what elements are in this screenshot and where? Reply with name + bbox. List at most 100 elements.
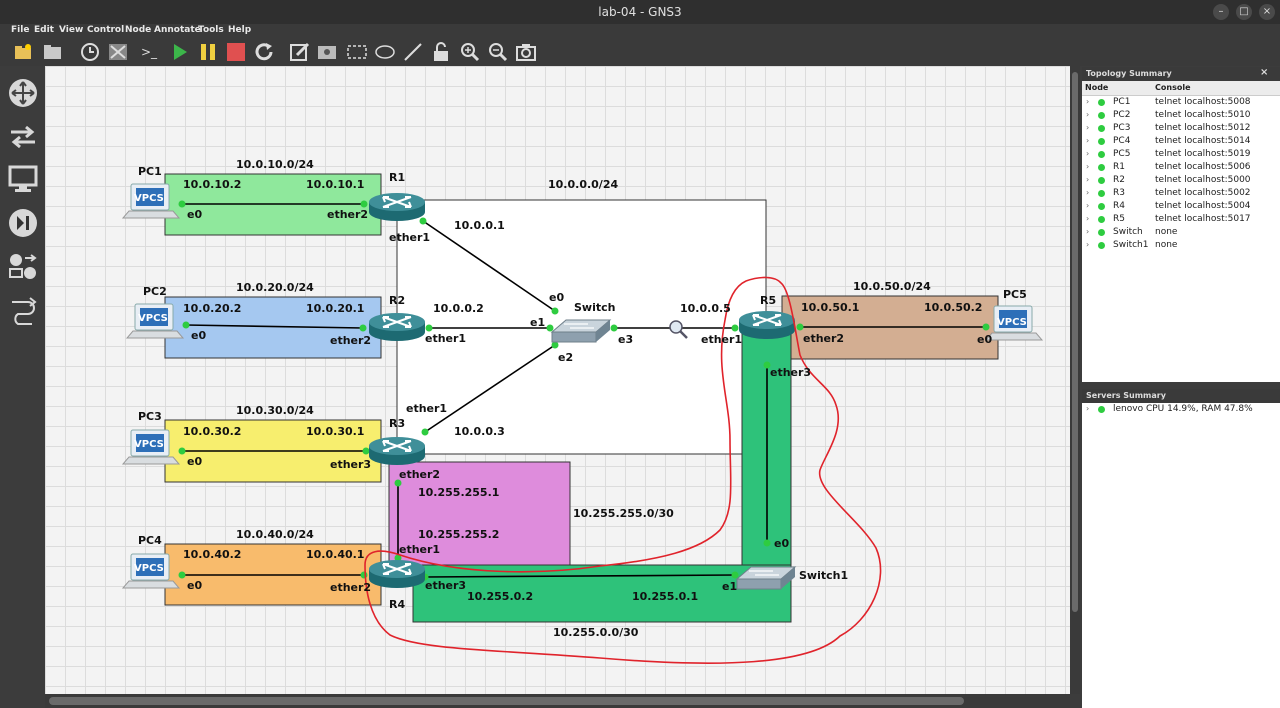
node-console: none xyxy=(1155,240,1178,250)
router-r3-icon[interactable] xyxy=(368,436,426,466)
topology-summary-header: Node Console xyxy=(1082,81,1280,96)
node-name: PC1 xyxy=(1113,97,1131,107)
topology-summary-row[interactable]: › PC2 telnet localhost:5010 xyxy=(1082,110,1280,123)
maximize-icon[interactable]: □ xyxy=(1236,4,1252,20)
node-status-icon xyxy=(1098,203,1105,210)
menu-node[interactable]: Node xyxy=(125,25,151,35)
router-r5-icon[interactable] xyxy=(738,310,796,340)
expand-arrow-icon[interactable]: › xyxy=(1086,240,1089,249)
menu-view[interactable]: View xyxy=(59,25,83,35)
topology-summary-row[interactable]: › PC3 telnet localhost:5012 xyxy=(1082,123,1280,136)
iface-r3-ether3: ether3 xyxy=(330,458,371,471)
menu-help[interactable]: Help xyxy=(228,25,251,35)
console-icon[interactable]: >_ xyxy=(139,42,161,62)
expand-arrow-icon[interactable]: › xyxy=(1086,201,1089,210)
menu-edit[interactable]: Edit xyxy=(34,25,54,35)
topology-canvas[interactable]: VPCS VPCS VPCS VPCS VPCS 10.0.10.0/24 10… xyxy=(45,66,1070,694)
topology-summary-row[interactable]: › Switch none xyxy=(1082,227,1280,240)
canvas-vertical-scrollbar[interactable] xyxy=(1070,66,1080,694)
subnet-pc5-label: 10.0.50.0/24 xyxy=(853,280,931,293)
node-status-icon xyxy=(1098,177,1105,184)
window-titlebar: lab-04 - GNS3 – □ × xyxy=(0,0,1280,24)
topology-summary-row[interactable]: › PC1 telnet localhost:5008 xyxy=(1082,97,1280,110)
iface-r4-ether3: ether3 xyxy=(425,579,466,592)
insert-picture-icon[interactable] xyxy=(316,42,338,62)
canvas-horizontal-scrollbar[interactable] xyxy=(45,694,1070,708)
stop-icon[interactable] xyxy=(225,42,247,62)
router-r1-icon[interactable] xyxy=(368,192,426,222)
new-project-icon[interactable] xyxy=(12,42,34,62)
dock-close-icon[interactable]: × xyxy=(1260,67,1268,78)
node-r4-label: R4 xyxy=(389,598,405,611)
expand-arrow-icon[interactable]: › xyxy=(1086,110,1089,119)
menu-control[interactable]: Control xyxy=(87,25,124,35)
servers-summary-panel: › lenovo CPU 14.9%, RAM 47.8% xyxy=(1082,403,1280,708)
all-devices-icon[interactable] xyxy=(8,252,38,282)
routers-icon[interactable] xyxy=(8,78,38,108)
topology-summary-row[interactable]: › PC4 telnet localhost:5014 xyxy=(1082,136,1280,149)
add-note-icon[interactable] xyxy=(289,42,311,62)
subnet-pc3-label: 10.0.30.0/24 xyxy=(236,404,314,417)
open-project-icon[interactable] xyxy=(42,42,64,62)
pc3-vpcs-label: VPCS xyxy=(134,439,164,450)
node-name: R4 xyxy=(1113,201,1125,211)
servers-summary-title: Servers Summary xyxy=(1086,391,1166,400)
iface-r2-ether2: ether2 xyxy=(330,334,371,347)
topology-summary-row[interactable]: › R2 telnet localhost:5000 xyxy=(1082,175,1280,188)
lock-icon[interactable] xyxy=(430,42,452,62)
security-devices-icon[interactable] xyxy=(8,208,38,238)
node-r1-label: R1 xyxy=(389,171,405,184)
draw-ellipse-icon[interactable] xyxy=(374,42,396,62)
topology-summary-row[interactable]: › Switch1 none xyxy=(1082,240,1280,253)
snapshot-icon[interactable] xyxy=(79,42,101,62)
topology-summary-row[interactable]: › R3 telnet localhost:5002 xyxy=(1082,188,1280,201)
horizontal-scroll-thumb[interactable] xyxy=(49,697,964,705)
expand-arrow-icon[interactable]: › xyxy=(1086,214,1089,223)
server-row[interactable]: › lenovo CPU 14.9%, RAM 47.8% xyxy=(1082,404,1280,417)
end-devices-icon[interactable] xyxy=(8,164,38,194)
node-status-icon xyxy=(1098,99,1105,106)
draw-line-icon[interactable] xyxy=(402,42,424,62)
topology-summary-row[interactable]: › PC5 telnet localhost:5019 xyxy=(1082,149,1280,162)
expand-arrow-icon[interactable]: › xyxy=(1086,227,1089,236)
expand-arrow-icon[interactable]: › xyxy=(1086,136,1089,145)
menu-file[interactable]: File xyxy=(11,25,29,35)
show-interface-labels-icon[interactable] xyxy=(107,42,129,62)
reload-icon[interactable] xyxy=(254,42,276,62)
menu-annotate[interactable]: Annotate xyxy=(154,25,201,35)
switches-icon[interactable] xyxy=(8,122,38,152)
iface-pc1-e0: e0 xyxy=(187,208,202,221)
screenshot-icon[interactable] xyxy=(515,42,537,62)
topology-diagram: VPCS VPCS VPCS VPCS VPCS 10.0.10.0/24 10… xyxy=(122,158,1043,664)
topology-summary-row[interactable]: › R4 telnet localhost:5004 xyxy=(1082,201,1280,214)
add-link-icon[interactable] xyxy=(8,296,38,326)
close-icon[interactable]: × xyxy=(1259,4,1275,20)
pc5-vpcs-label: VPCS xyxy=(997,317,1027,328)
subnet-r3r4-label: 10.255.255.0/30 xyxy=(573,507,674,520)
topology-summary-row[interactable]: › R5 telnet localhost:5017 xyxy=(1082,214,1280,227)
router-r2-icon[interactable] xyxy=(368,312,426,342)
minimize-icon[interactable]: – xyxy=(1213,4,1229,20)
vertical-scroll-thumb[interactable] xyxy=(1072,72,1078,612)
expand-arrow-icon[interactable]: › xyxy=(1086,162,1089,171)
expand-arrow-icon[interactable]: › xyxy=(1086,188,1089,197)
router-r4-icon[interactable] xyxy=(368,559,426,589)
start-icon[interactable] xyxy=(169,42,191,62)
expand-arrow-icon[interactable]: › xyxy=(1086,149,1089,158)
zoom-in-icon[interactable] xyxy=(459,42,481,62)
draw-rectangle-icon[interactable] xyxy=(346,42,368,62)
node-status-icon xyxy=(1098,216,1105,223)
topology-summary-row[interactable]: › R1 telnet localhost:5006 xyxy=(1082,162,1280,175)
pause-icon[interactable] xyxy=(197,42,219,62)
iface-r5-ether2: ether2 xyxy=(803,332,844,345)
node-pc4-label: PC4 xyxy=(138,534,162,547)
zoom-out-icon[interactable] xyxy=(487,42,509,62)
menu-tools[interactable]: Tools xyxy=(198,25,224,35)
expand-arrow-icon[interactable]: › xyxy=(1086,123,1089,132)
ip-pc4: 10.0.40.2 xyxy=(183,548,241,561)
expand-arrow-icon[interactable]: › xyxy=(1086,97,1089,106)
node-r3-label: R3 xyxy=(389,417,405,430)
expand-arrow-icon[interactable]: › xyxy=(1086,175,1089,184)
node-status-icon xyxy=(1098,138,1105,145)
expand-arrow-icon[interactable]: › xyxy=(1086,404,1089,413)
